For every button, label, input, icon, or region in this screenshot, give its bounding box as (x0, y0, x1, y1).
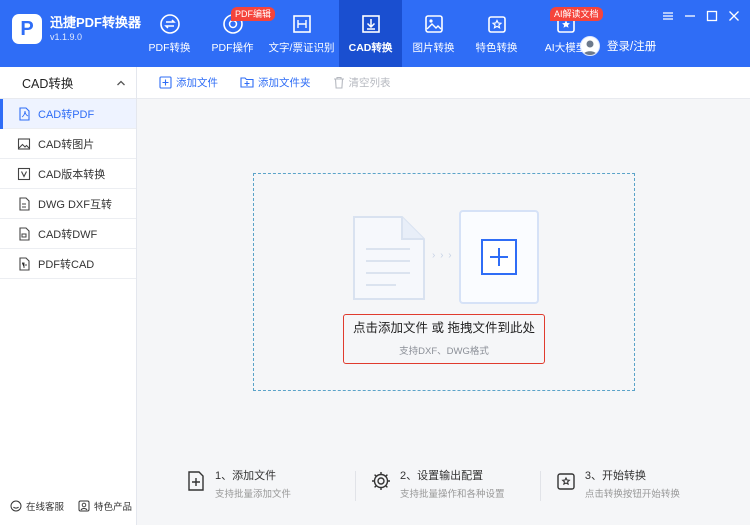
cad-file-icon (19, 256, 30, 271)
nav-pdf-convert[interactable]: PDF转换 (138, 0, 201, 67)
close-icon[interactable] (726, 8, 742, 24)
app-version: v1.1.9.0 (50, 32, 83, 42)
sidebar-item-cad-to-pdf[interactable]: CAD转PDF (0, 99, 136, 129)
window-controls (660, 8, 742, 24)
add-folder-icon (240, 77, 254, 88)
special-convert-icon (487, 16, 506, 33)
ai-doc-badge: AI解读文档 (550, 7, 603, 21)
supported-formats-text: 支持DXF、DWG格式 (399, 346, 489, 357)
sidebar-item-dwg-dxf[interactable]: DWG DXF互转 (0, 189, 136, 219)
nav-ocr[interactable]: 文字/票证识别 (264, 0, 339, 67)
image-convert-icon (424, 15, 443, 33)
file-drop-zone[interactable]: › › › 点击添加文件 或 拖拽文件到此处 支持DXF、DWG格式 (253, 173, 635, 391)
swap-file-icon (19, 196, 30, 211)
document-illustration-icon (353, 216, 425, 300)
top-bar: P 迅捷PDF转换器 v1.1.9.0 PDF转换 PDF操作 PDF编辑 文字… (0, 0, 750, 67)
maximize-icon[interactable] (704, 8, 720, 24)
cad-convert-icon (361, 15, 380, 33)
sidebar-item-cad-to-dwf[interactable]: CAD转DWF (0, 219, 136, 249)
add-file-icon (159, 76, 172, 89)
step-output-config: 2、设置输出配置 支持批量操作和各种设置 (370, 467, 540, 501)
trash-icon (333, 76, 344, 89)
settings-gear-icon (371, 472, 390, 490)
clear-list-button[interactable]: 清空列表 (333, 75, 391, 90)
pdf-file-icon (19, 106, 30, 121)
login-register-button[interactable]: 登录/注册 (580, 36, 656, 56)
featured-products-button[interactable]: 特色产品 (78, 499, 132, 513)
minimize-icon[interactable] (682, 8, 698, 24)
convert-icon (557, 473, 575, 490)
sidebar-footer: 在线客服 特色产品 (10, 499, 132, 513)
add-file-button[interactable]: 添加文件 (159, 75, 218, 90)
chevron-up-icon (117, 80, 125, 85)
pdf-convert-icon (159, 14, 180, 34)
main-area: › › › 点击添加文件 或 拖拽文件到此处 支持DXF、DWG格式 1、添加文… (137, 99, 750, 525)
divider (540, 471, 541, 501)
step-add-file: 1、添加文件 支持批量添加文件 (185, 467, 355, 501)
image-file-icon (17, 137, 31, 150)
plus-icon (481, 239, 517, 275)
dwf-file-icon (19, 226, 30, 241)
step-start-convert: 3、开始转换 点击转换按钮开始转换 (555, 467, 725, 501)
sidebar-item-cad-version[interactable]: CAD版本转换 (0, 159, 136, 189)
add-file-icon (188, 471, 204, 491)
file-toolbar: 添加文件 添加文件夹 清空列表 (137, 67, 750, 99)
sidebar-header[interactable]: CAD转换 (0, 67, 136, 99)
ocr-icon (292, 15, 311, 33)
nav-pdf-operate[interactable]: PDF操作 PDF编辑 (201, 0, 276, 67)
sidebar-item-cad-to-image[interactable]: CAD转图片 (0, 129, 136, 159)
drop-hint-text: 点击添加文件 或 拖拽文件到此处 (353, 321, 535, 335)
brand: P 迅捷PDF转换器 v1.1.9.0 (12, 14, 141, 44)
main-nav: PDF转换 PDF操作 PDF编辑 文字/票证识别 CAD转换 图片转换 特色转… (138, 0, 603, 67)
nav-ai-model[interactable]: AI大模型 AI解读文档 (528, 0, 603, 67)
nav-special-convert[interactable]: 特色转换 (465, 0, 528, 67)
nav-image-convert[interactable]: 图片转换 (402, 0, 465, 67)
divider (355, 471, 356, 501)
version-icon (17, 167, 31, 180)
sidebar-item-pdf-to-cad[interactable]: PDF转CAD (0, 249, 136, 279)
customer-service-icon (10, 500, 22, 512)
featured-products-icon (78, 500, 90, 512)
add-placeholder (459, 210, 539, 304)
menu-icon[interactable] (660, 8, 676, 24)
steps-guide: 1、添加文件 支持批量添加文件 2、设置输出配置 支持批量操作和各种设置 3、开… (185, 467, 725, 501)
customer-service-button[interactable]: 在线客服 (10, 499, 64, 513)
app-logo-icon: P (12, 14, 42, 44)
nav-cad-convert[interactable]: CAD转换 (339, 0, 402, 67)
avatar (580, 36, 600, 56)
add-folder-button[interactable]: 添加文件夹 (240, 75, 311, 90)
arrows-icon: › › › (432, 250, 453, 261)
app-name: 迅捷PDF转换器 (50, 15, 142, 30)
sidebar: CAD转换 CAD转PDF CAD转图片 CAD版本转换 DWG DXF互转 C… (0, 67, 137, 525)
